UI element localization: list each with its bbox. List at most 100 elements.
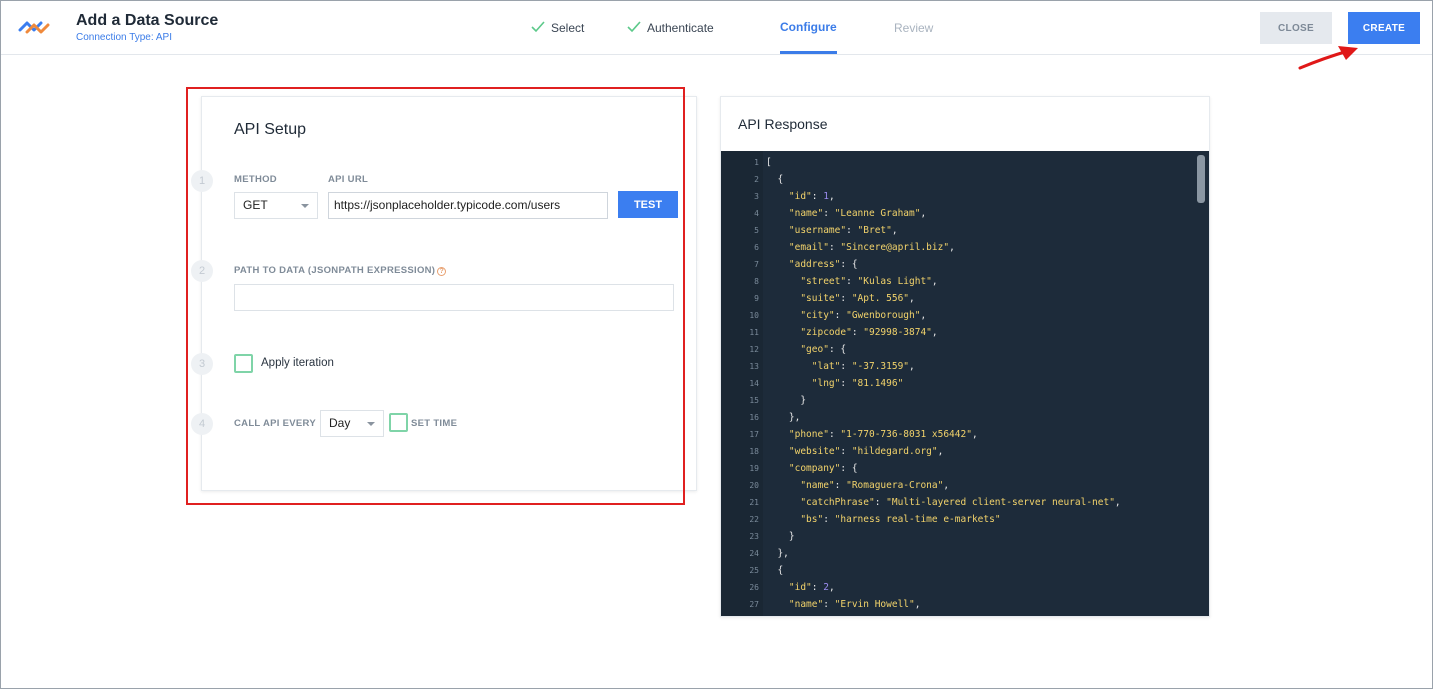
line-number: 1 [754,158,759,167]
code-text: "catchPhrase": "Multi-layered client-ser… [800,497,1121,508]
code-line: 2 { [721,171,1191,188]
line-number: 13 [749,362,759,371]
line-number: 23 [749,532,759,541]
check-icon [627,21,641,33]
code-text: "street": "Kulas Light", [800,276,938,287]
code-text: "name": "Leanne Graham", [788,208,927,219]
code-line: 4 "name": "Leanne Graham", [721,205,1191,222]
code-line: 5 "username": "Bret", [721,222,1191,239]
step-select[interactable]: Select [531,21,584,55]
line-number: 22 [749,515,759,524]
line-number: 20 [749,481,759,490]
step-label: Review [894,21,934,35]
code-text: "suite": "Apt. 556", [800,293,915,304]
check-icon [531,21,545,33]
code-line: 22 "bs": "harness real-time e-markets" [721,511,1191,528]
code-line: 15 } [721,392,1191,409]
create-button[interactable]: CREATE [1348,12,1420,44]
code-text: "username": "Bret", [788,225,898,236]
line-number: 11 [749,328,759,337]
line-number: 14 [749,379,759,388]
line-number: 27 [749,600,759,609]
line-number: 12 [749,345,759,354]
code-line: 10 "city": "Gwenborough", [721,307,1191,324]
line-number: 15 [749,396,759,405]
code-text: } [766,531,795,542]
code-text: "website": "hildegard.org", [788,446,944,457]
line-number: 19 [749,464,759,473]
code-text: } [766,395,807,406]
scrollbar-track[interactable] [1193,151,1209,616]
code-text: "bs": "harness real-time e-markets" [800,514,1001,525]
code-line: 18 "website": "hildegard.org", [721,443,1191,460]
line-number: 6 [754,243,759,252]
code-line: 8 "street": "Kulas Light", [721,273,1191,290]
code-line: 17 "phone": "1-770-736-8031 x56442", [721,426,1191,443]
code-line: 9 "suite": "Apt. 556", [721,290,1191,307]
code-text: { [766,174,784,185]
line-number: 3 [754,192,759,201]
line-number: 5 [754,226,759,235]
page-title: Add a Data Source [76,12,219,29]
line-number: 21 [749,498,759,507]
code-line: 24 }, [721,545,1191,562]
line-number: 16 [749,413,759,422]
app-logo-icon [18,21,50,34]
code-line: 6 "email": "Sincere@april.biz", [721,239,1191,256]
code-text: { [766,565,784,576]
code-line: 3 "id": 1, [721,188,1191,205]
code-text: "lng": "81.1496" [811,378,904,389]
code-line: 26 "id": 2, [721,579,1191,596]
line-number: 24 [749,549,759,558]
code-text: "zipcode": "92998-3874", [800,327,938,338]
red-arrow-annotation-icon [1298,46,1358,70]
code-line: 11 "zipcode": "92998-3874", [721,324,1191,341]
code-text: "geo": { [800,344,847,355]
line-number: 25 [749,566,759,575]
connection-type: Connection Type: API [76,32,172,43]
code-text: "address": { [788,259,858,270]
code-line: 21 "catchPhrase": "Multi-layered client-… [721,494,1191,511]
code-text: }, [766,412,801,423]
scrollbar-thumb[interactable] [1197,155,1205,203]
api-response-card: API Response 1[2 {3 "id": 1, 4 "name": "L… [720,96,1210,617]
code-line: 12 "geo": { [721,341,1191,358]
line-number: 26 [749,583,759,592]
code-line: 13 "lat": "-37.3159", [721,358,1191,375]
step-label: Authenticate [647,21,714,35]
code-line: 25 { [721,562,1191,579]
api-response-title: API Response [738,116,828,132]
step-label: Select [551,21,585,35]
code-text: "name": "Ervin Howell", [788,599,921,610]
line-number: 7 [754,260,759,269]
step-label: Configure [780,20,837,34]
line-number: 18 [749,447,759,456]
line-number: 10 [749,311,759,320]
step-authenticate[interactable]: Authenticate [627,21,714,55]
step-configure[interactable]: Configure [780,20,837,54]
code-text: "company": { [788,463,858,474]
code-line: 7 "address": { [721,256,1191,273]
code-text: "phone": "1-770-736-8031 x56442", [788,429,978,440]
code-line: 23 } [721,528,1191,545]
code-line: 1[ [721,154,1191,171]
code-text: "id": 2, [788,582,835,593]
code-text: "id": 1, [788,191,835,202]
code-text: "name": "Romaguera-Crona", [800,480,950,491]
close-button[interactable]: CLOSE [1260,12,1332,44]
line-number: 8 [754,277,759,286]
top-header: Add a Data Source Connection Type: API S… [1,1,1432,55]
line-number: 4 [754,209,759,218]
json-code-viewer[interactable]: 1[2 {3 "id": 1, 4 "name": "Leanne Graham"… [721,151,1209,616]
code-text: [ [766,157,772,168]
code-line: 19 "company": { [721,460,1191,477]
code-line: 27 "name": "Ervin Howell", [721,596,1191,613]
code-text: "city": "Gwenborough", [800,310,927,321]
line-number: 2 [754,175,759,184]
code-line: 16 }, [721,409,1191,426]
line-number: 9 [754,294,759,303]
step-review[interactable]: Review [894,21,933,55]
code-text: }, [766,548,789,559]
code-line: 14 "lng": "81.1496" [721,375,1191,392]
code-line: 20 "name": "Romaguera-Crona", [721,477,1191,494]
